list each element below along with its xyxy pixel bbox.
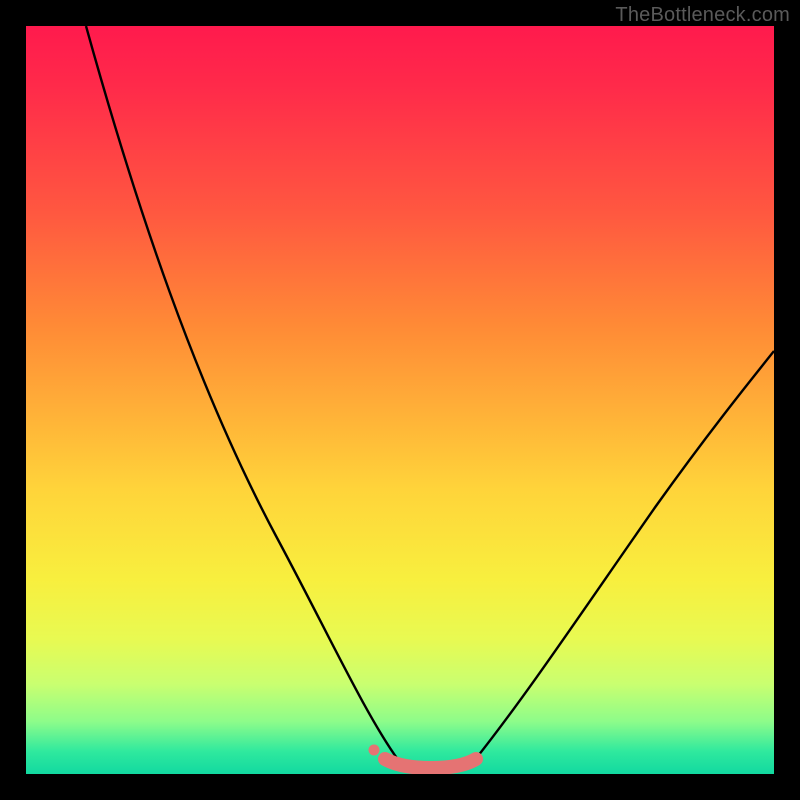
highlight-dot-icon bbox=[369, 745, 380, 756]
chart-plot-area bbox=[26, 26, 774, 774]
valley-highlight-band bbox=[385, 759, 476, 768]
chart-curve-layer bbox=[26, 26, 774, 774]
watermark-text: TheBottleneck.com bbox=[615, 4, 790, 27]
bottleneck-right-curve bbox=[474, 351, 774, 761]
bottleneck-left-curve bbox=[86, 26, 399, 761]
